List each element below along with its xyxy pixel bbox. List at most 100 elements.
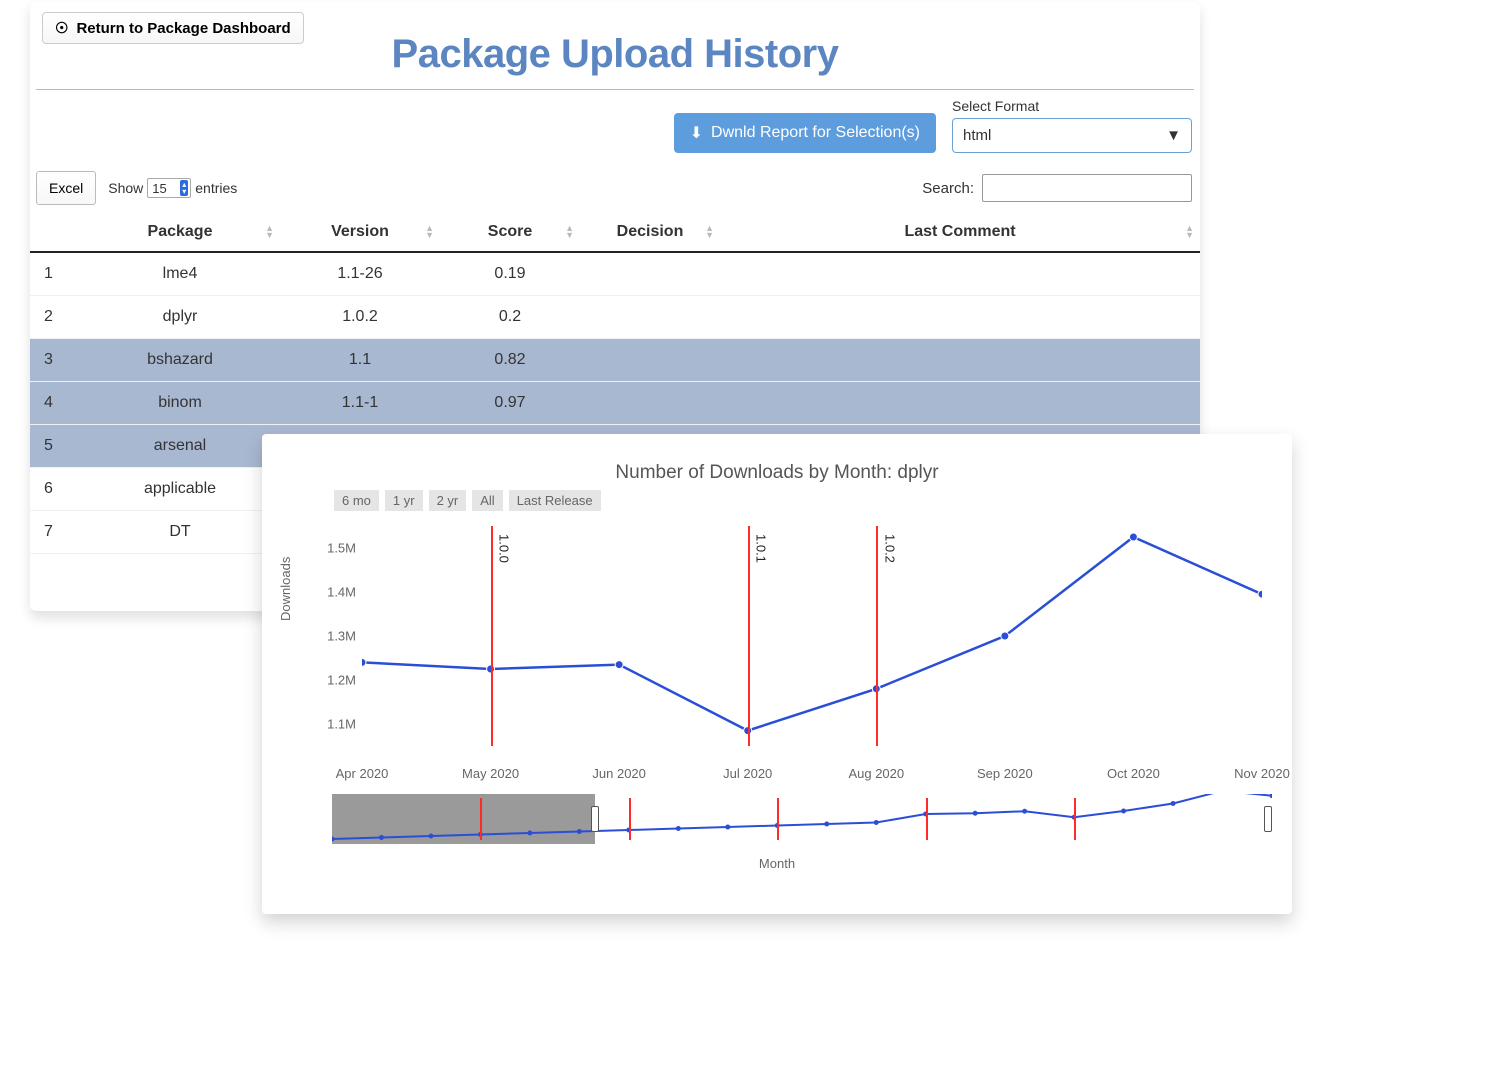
cell-comment: [720, 252, 1200, 296]
cell-package: bshazard: [80, 339, 280, 382]
download-report-button[interactable]: ⬇ Dwnld Report for Selection(s): [674, 113, 936, 153]
cell-n: 1: [30, 252, 80, 296]
cell-decision: [580, 382, 720, 425]
table-row[interactable]: 4binom1.1-10.97: [30, 382, 1200, 425]
table-row[interactable]: 2dplyr1.0.20.2: [30, 296, 1200, 339]
cell-package: DT: [80, 511, 280, 554]
cell-version: 1.0.2: [280, 296, 440, 339]
col-index[interactable]: [30, 213, 80, 252]
show-prefix: Show: [108, 180, 143, 196]
cell-score: 0.97: [440, 382, 580, 425]
return-button[interactable]: ☉ Return to Package Dashboard: [42, 12, 304, 44]
download-icon: ⬇: [690, 123, 703, 143]
release-label: 1.0.1: [754, 534, 769, 563]
cell-n: 3: [30, 339, 80, 382]
arrow-left-circle-icon: ☉: [55, 19, 68, 37]
mini-chart-svg: [332, 794, 1272, 844]
range-slider[interactable]: [332, 794, 1272, 844]
cell-comment: [720, 382, 1200, 425]
cell-version: 1.1: [280, 339, 440, 382]
search-label: Search:: [922, 180, 974, 197]
cell-n: 5: [30, 425, 80, 468]
col-comment[interactable]: Last Comment▲▼: [720, 213, 1200, 252]
x-tick: Nov 2020: [1234, 766, 1290, 781]
format-label: Select Format: [952, 98, 1192, 114]
cell-package: arsenal: [80, 425, 280, 468]
format-value: html: [963, 127, 991, 144]
cell-version: 1.1-26: [280, 252, 440, 296]
y-tick: 1.5M: [316, 541, 356, 556]
cell-version: 1.1-1: [280, 382, 440, 425]
cell-score: 0.19: [440, 252, 580, 296]
y-tick: 1.4M: [316, 585, 356, 600]
x-tick: May 2020: [462, 766, 519, 781]
format-select[interactable]: html ▼: [952, 118, 1192, 153]
table-controls: Excel Show 15 ▴▾ entries Search:: [30, 165, 1200, 209]
chart-title: Number of Downloads by Month: dplyr: [262, 462, 1292, 484]
mini-release-marker: [480, 798, 482, 840]
range-buttons: 6 mo 1 yr 2 yr All Last Release: [334, 490, 1292, 511]
mini-release-marker: [777, 798, 779, 840]
sort-icon: ▲▼: [1185, 225, 1194, 239]
cell-comment: [720, 339, 1200, 382]
cell-n: 4: [30, 382, 80, 425]
search-input[interactable]: [982, 174, 1192, 202]
x-tick: Apr 2020: [336, 766, 389, 781]
sort-icon: ▲▼: [565, 225, 574, 239]
sort-icon: ▲▼: [425, 225, 434, 239]
mini-release-marker: [926, 798, 928, 840]
page-length: Show 15 ▴▾ entries: [108, 178, 237, 198]
range-handle-left[interactable]: [591, 806, 599, 832]
release-label: 1.0.2: [882, 534, 897, 563]
mini-release-marker: [629, 798, 631, 840]
col-version[interactable]: Version▲▼: [280, 213, 440, 252]
cell-score: 0.82: [440, 339, 580, 382]
cell-decision: [580, 296, 720, 339]
release-marker: [876, 526, 878, 746]
downloads-chart-card: Number of Downloads by Month: dplyr 6 mo…: [262, 434, 1292, 914]
chart-plot: Downloads 1.1M1.2M1.3M1.4M1.5M 1.0.01.0.…: [292, 526, 1262, 796]
release-marker: [491, 526, 493, 746]
table-row[interactable]: 3bshazard1.10.82: [30, 339, 1200, 382]
release-label: 1.0.0: [497, 534, 512, 563]
cell-decision: [580, 339, 720, 382]
page-length-select[interactable]: 15 ▴▾: [147, 178, 191, 198]
page-length-value: 15: [152, 181, 166, 196]
cell-package: dplyr: [80, 296, 280, 339]
col-decision[interactable]: Decision▲▼: [580, 213, 720, 252]
table-row[interactable]: 1lme41.1-260.19: [30, 252, 1200, 296]
release-marker: [748, 526, 750, 746]
cell-n: 6: [30, 468, 80, 511]
divider: [36, 89, 1194, 90]
x-tick: Jun 2020: [592, 766, 646, 781]
search-wrap: Search:: [922, 174, 1192, 202]
x-tick: Aug 2020: [848, 766, 904, 781]
range-last-release[interactable]: Last Release: [509, 490, 601, 511]
range-6mo[interactable]: 6 mo: [334, 490, 379, 511]
col-package[interactable]: Package▲▼: [80, 213, 280, 252]
y-tick: 1.2M: [316, 673, 356, 688]
caret-down-icon: ▼: [1166, 127, 1181, 144]
table-header: Package▲▼ Version▲▼ Score▲▼ Decision▲▼ L…: [30, 213, 1200, 252]
range-1yr[interactable]: 1 yr: [385, 490, 423, 511]
sort-icon: ▲▼: [705, 225, 714, 239]
sort-icon: ▲▼: [265, 225, 274, 239]
range-2yr[interactable]: 2 yr: [429, 490, 467, 511]
x-axis-label: Month: [262, 856, 1292, 871]
col-score[interactable]: Score▲▼: [440, 213, 580, 252]
toolbar: ⬇ Dwnld Report for Selection(s) Select F…: [30, 98, 1200, 159]
cell-package: lme4: [80, 252, 280, 296]
range-handle-right[interactable]: [1264, 806, 1272, 832]
y-axis-label: Downloads: [278, 557, 293, 621]
cell-package: applicable: [80, 468, 280, 511]
cell-decision: [580, 252, 720, 296]
x-tick: Oct 2020: [1107, 766, 1160, 781]
stepper-icon: ▴▾: [180, 180, 188, 196]
show-suffix: entries: [195, 180, 237, 196]
range-all[interactable]: All: [472, 490, 502, 511]
y-tick: 1.1M: [316, 717, 356, 732]
x-tick: Sep 2020: [977, 766, 1033, 781]
excel-export-button[interactable]: Excel: [36, 171, 96, 205]
cell-score: 0.2: [440, 296, 580, 339]
cell-n: 7: [30, 511, 80, 554]
